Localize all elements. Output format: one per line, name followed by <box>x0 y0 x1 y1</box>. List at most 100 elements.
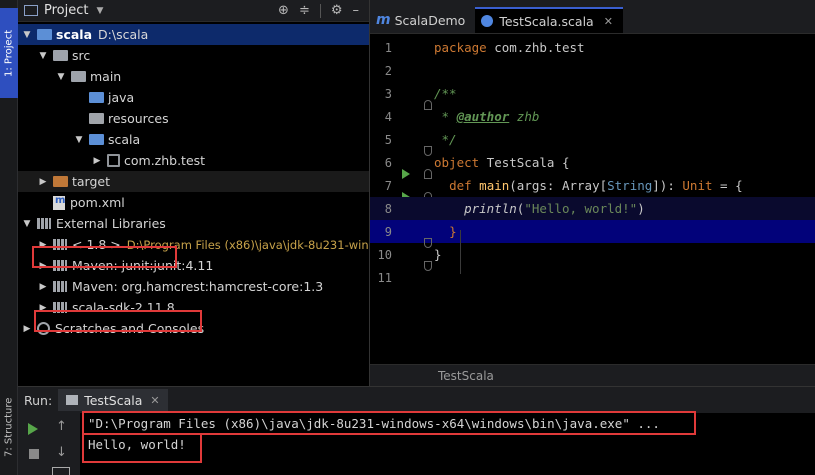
run-label: Run: <box>24 392 53 408</box>
chevron-right-icon[interactable]: ▶ <box>36 177 50 187</box>
tree-item-java[interactable]: java <box>18 87 369 108</box>
run-config-icon <box>66 395 79 405</box>
chevron-down-icon[interactable]: ▼ <box>20 30 34 40</box>
rerun-icon[interactable] <box>28 423 38 435</box>
chevron-down-icon[interactable]: ▼ <box>96 6 103 16</box>
chevron-right-icon[interactable]: ▶ <box>90 156 104 166</box>
tree-item-resources[interactable]: resources <box>18 108 369 129</box>
keyword: package <box>434 40 487 55</box>
doc-tag: @author <box>456 109 510 124</box>
code-text: ) <box>637 201 645 216</box>
close-icon[interactable]: ✕ <box>604 15 613 28</box>
gear-icon[interactable]: ⚙ <box>331 3 343 18</box>
structure-tool-tab[interactable]: 7: Structure <box>0 380 18 475</box>
doc-comment: zhb <box>509 109 540 124</box>
chevron-down-icon[interactable]: ▼ <box>72 135 86 145</box>
tree-item-label: java <box>108 90 135 105</box>
code-text: } <box>434 247 442 262</box>
run-side-tools: ↑ ↓ <box>18 413 78 475</box>
chevron-right-icon[interactable]: ▶ <box>36 261 50 271</box>
chevron-right-icon[interactable]: ▶ <box>20 324 34 334</box>
tree-item-label: main <box>90 69 122 84</box>
tree-item-scratches[interactable]: ▶ Scratches and Consoles <box>18 318 369 339</box>
header-divider <box>319 3 321 18</box>
line-number: 9 <box>384 224 392 239</box>
chevron-right-icon[interactable]: ▶ <box>36 240 50 250</box>
tree-item-scala-sdk[interactable]: ▶ scala-sdk-2.11.8 <box>18 297 369 318</box>
line-number: 6 <box>384 155 392 170</box>
library-icon <box>53 260 67 271</box>
locate-icon[interactable]: ⊕ <box>278 3 289 18</box>
line-number: 7 <box>384 178 392 193</box>
keyword: def <box>449 178 472 193</box>
run-tab-testscala[interactable]: TestScala ✕ <box>58 389 168 411</box>
tab-scalademo[interactable]: m ScalaDemo <box>370 7 475 33</box>
run-panel: Run: TestScala ✕ ↑ ↓ "D:\Program Files (… <box>18 386 815 475</box>
run-tab-label: TestScala <box>84 392 143 408</box>
code-line-11: 11 <box>370 266 815 289</box>
tree-item-pom[interactable]: pom.xml <box>18 192 369 213</box>
tree-item-package[interactable]: ▶ com.zhb.test <box>18 150 369 171</box>
tab-label: ScalaDemo <box>394 12 466 28</box>
code-editor: m ScalaDemo TestScala.scala ✕ 1 package … <box>370 0 815 386</box>
code-line-1: 1 package com.zhb.test <box>370 36 815 59</box>
project-tool-tab[interactable]: 1: Project <box>0 8 18 98</box>
keyword: Unit <box>682 178 713 193</box>
tab-testscala[interactable]: TestScala.scala ✕ <box>475 7 623 33</box>
tree-item-src[interactable]: ▼ src <box>18 45 369 66</box>
tree-item-maven-hamcrest[interactable]: ▶ Maven: org.hamcrest:hamcrest-core:1.3 <box>18 276 369 297</box>
project-tree: ▼ scala D:\scala ▼ src ▼ main java resou… <box>18 22 369 339</box>
doc-comment: /** <box>434 86 457 101</box>
tree-item-target[interactable]: ▶ target <box>18 171 369 192</box>
code-text: com.zhb.test <box>486 40 585 55</box>
line-number: 2 <box>384 63 392 78</box>
tree-item-path: D:\Program Files (x86)\java\jdk-8u231-wi… <box>126 237 369 252</box>
tree-item-scala-root[interactable]: ▼ scala D:\scala <box>18 24 369 45</box>
code-text: ( <box>516 201 525 216</box>
editor-breadcrumb[interactable]: TestScala <box>370 364 815 386</box>
arrow-down-icon[interactable]: ↓ <box>56 445 67 460</box>
chevron-down-icon[interactable]: ▼ <box>20 219 34 229</box>
close-icon[interactable]: ✕ <box>150 394 159 407</box>
source-folder-icon <box>89 92 104 103</box>
scala-file-icon <box>481 15 494 27</box>
chevron-down-icon[interactable]: ▼ <box>36 51 50 61</box>
tree-item-label: com.zhb.test <box>124 153 206 168</box>
code-line-10: 10 } <box>370 243 815 271</box>
code-line-8: 8 println("Hello, world!") <box>370 197 815 220</box>
chevron-right-icon[interactable]: ▶ <box>36 303 50 313</box>
keyword: object <box>434 155 480 170</box>
source-folder-icon <box>89 134 104 145</box>
tree-item-scala[interactable]: ▼ scala <box>18 129 369 150</box>
folder-icon <box>53 50 68 61</box>
console-line-output: Hello, world! <box>88 437 186 452</box>
code-line-9: 9 } <box>370 220 815 248</box>
console-line-command: "D:\Program Files (x86)\java\jdk-8u231-w… <box>88 416 660 431</box>
project-panel: Project ▼ ⊕ ≑ ⚙ – ▼ scala D:\scala ▼ src… <box>18 0 370 386</box>
run-toolbar: Run: TestScala ✕ <box>18 387 815 413</box>
code-area[interactable]: 1 package com.zhb.test 2 3 /** 4 * @auth… <box>370 34 815 289</box>
soft-wrap-icon[interactable] <box>52 467 70 475</box>
stop-icon[interactable] <box>29 449 39 459</box>
function-name: main <box>471 178 510 193</box>
tree-item-path: D:\scala <box>98 27 149 42</box>
hide-icon[interactable]: – <box>353 3 360 18</box>
tree-item-label: scala <box>108 132 141 147</box>
project-panel-title[interactable]: Project <box>44 3 88 18</box>
tree-item-maven-junit[interactable]: ▶ Maven: junit:junit:4.11 <box>18 255 369 276</box>
code-text: = { <box>712 178 743 193</box>
arrow-up-icon[interactable]: ↑ <box>56 419 67 434</box>
collapse-all-icon[interactable]: ≑ <box>299 3 310 18</box>
tree-item-external-libraries[interactable]: ▼ External Libraries <box>18 213 369 234</box>
chevron-down-icon[interactable]: ▼ <box>54 72 68 82</box>
tree-item-main[interactable]: ▼ main <box>18 66 369 87</box>
resources-folder-icon <box>89 113 104 124</box>
tree-item-label: Scratches and Consoles <box>55 321 205 336</box>
tree-item-jdk[interactable]: ▶ < 1.8 > D:\Program Files (x86)\java\jd… <box>18 234 369 255</box>
chevron-right-icon[interactable]: ▶ <box>36 282 50 292</box>
code-text: } <box>449 224 457 239</box>
tree-item-label: src <box>72 48 91 63</box>
line-number: 8 <box>384 201 392 216</box>
library-icon <box>53 281 67 292</box>
console-output[interactable]: "D:\Program Files (x86)\java\jdk-8u231-w… <box>80 413 815 475</box>
